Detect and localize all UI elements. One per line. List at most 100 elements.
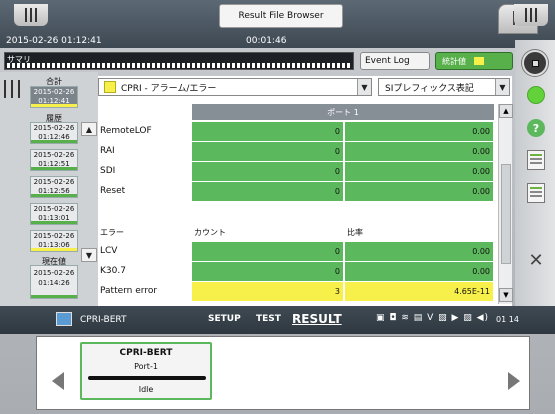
row-label: LCV (100, 246, 118, 256)
event-log-button[interactable]: Event Log (360, 52, 430, 70)
left-panel-grip-icon[interactable] (4, 80, 20, 98)
current-datetime: 2015-02-26 01:12:41 (6, 36, 102, 46)
status-led-icon (527, 86, 545, 104)
error-header: エラー カウント 比率 (98, 224, 498, 240)
save-report-icon[interactable] (527, 150, 545, 170)
rate-header: 比率 (347, 228, 363, 237)
timeline-date: 2015-02-26 (33, 151, 75, 159)
app-window: Result File Browser 2015-02-26 01:12:41 … (0, 0, 555, 414)
error-name-header: エラー (100, 228, 124, 237)
edit-report-icon[interactable] (527, 183, 545, 203)
count-cell: 0 (192, 242, 344, 261)
timeline-item[interactable]: 2015-02-26 01:13:01 (30, 203, 78, 225)
timeline-scroll-up[interactable]: ▲ (81, 122, 97, 136)
rate-cell: 4.65E-11 (345, 282, 494, 301)
next-arrow-icon[interactable] (508, 372, 520, 390)
app-name: CPRI-BERT (80, 315, 127, 325)
bottom-right-grip[interactable] (514, 4, 548, 26)
timeline-time: 01:14:26 (38, 279, 70, 287)
timeline-status-bar (31, 248, 77, 251)
timeline-item[interactable]: 2015-02-26 01:12:46 (30, 122, 78, 144)
results-area: CPRI - アラーム/エラー ▼ SIプレフィックス表記 ▼ ポート 1 Re… (98, 76, 513, 306)
statistics-button[interactable]: 統計値 (435, 52, 513, 70)
timeline-date: 2015-02-26 (33, 232, 75, 240)
row-label: Reset (100, 186, 126, 196)
count-cell: 0 (192, 142, 344, 161)
timeline-date: 2015-02-26 (33, 124, 75, 132)
close-icon[interactable]: ✕ (527, 252, 545, 270)
count-cell: 0 (192, 162, 344, 181)
rate-cell: 0.00 (345, 182, 494, 201)
timeline-date: 2015-02-26 (33, 269, 75, 277)
table-row: RAI 0 0.00 (98, 142, 498, 161)
row-label: K30.7 (100, 266, 126, 276)
timeline-item[interactable]: 2015-02-26 01:12:51 (30, 149, 78, 171)
elapsed-time: 00:01:46 (246, 36, 287, 46)
table-scrollbar[interactable]: ▲ ▼ (498, 104, 513, 304)
port-card-state: Idle (138, 385, 154, 394)
rate-cell: 0.00 (345, 142, 494, 161)
timeline-item[interactable]: 2015-02-26 01:13:06 (30, 230, 78, 252)
help-button[interactable]: ? (527, 119, 545, 137)
protocol-color-icon (104, 81, 116, 93)
timeline-date: 2015-02-26 (33, 205, 75, 213)
format-select-value: SIプレフィックス表記 (385, 83, 474, 94)
count-header: カウント (194, 228, 226, 237)
stop-icon (532, 60, 539, 67)
port-card-port: Port-1 (134, 362, 158, 371)
total-status-bar (31, 104, 77, 107)
rate-cell: 0.00 (345, 122, 494, 141)
timeline-status-bar (31, 194, 77, 197)
row-label: RemoteLOF (100, 126, 152, 136)
protocol-select[interactable]: CPRI - アラーム/エラー ▼ (98, 78, 372, 96)
scroll-down-icon[interactable]: ▼ (499, 288, 513, 302)
timeline-item-total[interactable]: 2015-02-26 01:12:41 (30, 86, 78, 108)
status-icons: ▣ ◘ ≋ ▤ V ▧ ▶ ▨ ◀) (376, 313, 490, 323)
window-title: Result File Browser (219, 4, 343, 28)
count-cell: 0 (192, 122, 344, 141)
tab-result[interactable]: RESULT (292, 312, 342, 326)
port-card-line (88, 376, 206, 380)
table-row: Pattern error 3 4.65E-11 (98, 282, 498, 301)
row-label: Pattern error (100, 286, 158, 296)
chevron-down-icon[interactable]: ▼ (357, 79, 371, 95)
protocol-select-value: CPRI - アラーム/エラー (121, 83, 217, 94)
rate-cell: 0.00 (345, 242, 494, 261)
port-card-title: CPRI-BERT (119, 348, 173, 358)
stop-button[interactable] (522, 50, 548, 76)
scroll-thumb[interactable] (501, 164, 511, 264)
timeline-item[interactable]: 2015-02-26 01:12:56 (30, 176, 78, 198)
scroll-up-icon[interactable]: ▲ (499, 104, 513, 118)
summary-timeline[interactable]: サマリ (4, 52, 354, 70)
grip-icon (25, 8, 37, 22)
format-select[interactable]: SIプレフィックス表記 ▼ (378, 78, 510, 96)
statistics-indicator-icon (474, 57, 484, 65)
clock: 01 14 (496, 315, 519, 324)
table-row: SDI 0 0.00 (98, 162, 498, 181)
tab-test[interactable]: TEST (256, 314, 281, 324)
rate-cell: 0.00 (345, 262, 494, 281)
port-card[interactable]: CPRI-BERT Port-1 Idle (80, 342, 212, 400)
summary-strip (7, 63, 351, 68)
timeline-date: 2015-02-26 (33, 178, 75, 186)
timeline-status-bar (31, 140, 77, 143)
table-row: RemoteLOF 0 0.00 (98, 122, 498, 141)
timeline-status-bar (31, 295, 77, 298)
port-column-header: ポート 1 (192, 104, 494, 120)
grip-icon (525, 8, 537, 22)
tab-setup[interactable]: SETUP (208, 314, 241, 324)
timeline-status-bar (31, 221, 77, 224)
row-label: SDI (100, 166, 116, 176)
chevron-down-icon[interactable]: ▼ (495, 79, 509, 95)
table-row: Reset 0 0.00 (98, 182, 498, 201)
count-cell: 3 (192, 282, 344, 301)
table-row: LCV 0 0.00 (98, 242, 498, 261)
row-label: RAI (100, 146, 115, 156)
count-cell: 0 (192, 182, 344, 201)
previous-arrow-icon[interactable] (52, 372, 64, 390)
bottom-left-grip[interactable] (14, 4, 48, 26)
timeline-status-bar (31, 167, 77, 170)
timeline-item-current[interactable]: 2015-02-26 01:14:26 (30, 265, 78, 299)
timeline-scroll-down[interactable]: ▼ (81, 248, 97, 262)
total-time: 2015-02-26 01:12:41 (33, 88, 75, 105)
